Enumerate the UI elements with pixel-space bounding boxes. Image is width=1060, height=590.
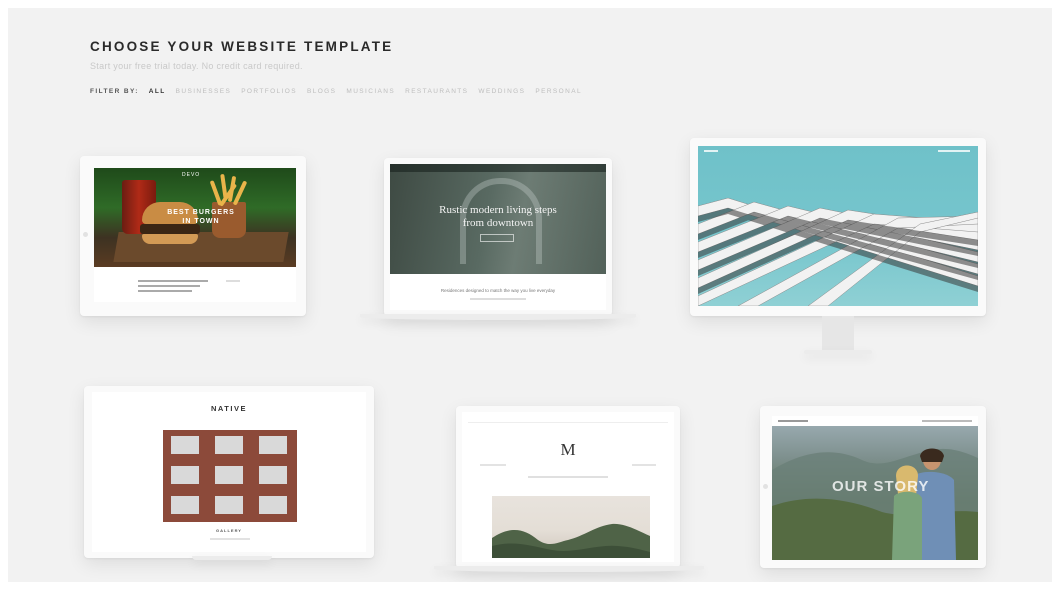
- template-gallery: CHOOSE YOUR WEBSITE TEMPLATE Start your …: [8, 8, 1052, 582]
- template-card-architecture[interactable]: [690, 138, 986, 316]
- template-card-rustic[interactable]: Rustic modern living steps from downtown…: [384, 158, 612, 316]
- template-title: NATIVE: [211, 404, 247, 413]
- template-preview-architecture: [698, 146, 978, 306]
- template-preview-m-journal: M: [462, 412, 674, 562]
- template-preview-burger: DEVO BEST BURGERS IN TOWN: [94, 168, 296, 302]
- filter-label: FILTER BY:: [90, 88, 139, 95]
- template-headline: BEST BURGERS IN TOWN: [167, 209, 235, 225]
- laptop-base: [434, 566, 704, 572]
- monitor-stand: [822, 316, 854, 352]
- template-headline: Rustic modern living steps from downtown: [439, 204, 557, 229]
- filter-musicians[interactable]: MUSICIANS: [346, 88, 395, 95]
- filter-restaurants[interactable]: RESTAURANTS: [405, 88, 468, 95]
- laptop-base: [192, 556, 272, 560]
- facade-image: [163, 430, 297, 522]
- filter-weddings[interactable]: WEDDINGS: [478, 88, 525, 95]
- filter-portfolios[interactable]: PORTFOLIOS: [241, 88, 297, 95]
- template-card-our-story[interactable]: OUR STORY: [760, 406, 986, 568]
- template-card-m-journal[interactable]: M: [456, 406, 680, 568]
- filter-all[interactable]: ALL: [149, 88, 166, 95]
- filter-blogs[interactable]: BLOGS: [307, 88, 336, 95]
- filter-businesses[interactable]: BUSINESSES: [176, 88, 232, 95]
- tablet-home-button: [763, 484, 768, 489]
- template-footer-text: Residences designed to match the way you…: [440, 288, 556, 293]
- template-preview-rustic: Rustic modern living steps from downtown…: [390, 164, 606, 310]
- template-preview-our-story: OUR STORY: [772, 416, 978, 560]
- filter-personal[interactable]: PERSONAL: [535, 88, 582, 95]
- monitor-foot: [804, 350, 872, 354]
- template-logo: DEVO: [182, 172, 201, 178]
- laptop-base: [360, 314, 636, 320]
- tablet-home-button: [83, 232, 88, 237]
- template-logo: M: [560, 440, 576, 459]
- template-card-burger[interactable]: DEVO BEST BURGERS IN TOWN: [80, 156, 306, 316]
- building-image: [698, 197, 978, 306]
- filter-bar: FILTER BY: ALL BUSINESSES PORTFOLIOS BLO…: [90, 88, 582, 95]
- template-headline: OUR STORY: [832, 478, 930, 495]
- template-preview-native: NATIVE GALLERY: [92, 392, 366, 552]
- page-title: CHOOSE YOUR WEBSITE TEMPLATE: [90, 39, 394, 54]
- template-cta-button: [480, 234, 514, 242]
- template-card-native[interactable]: NATIVE GALLERY: [84, 386, 374, 558]
- page-subtitle: Start your free trial today. No credit c…: [90, 61, 303, 71]
- hills-image: [492, 496, 650, 558]
- template-caption: GALLERY: [216, 528, 242, 533]
